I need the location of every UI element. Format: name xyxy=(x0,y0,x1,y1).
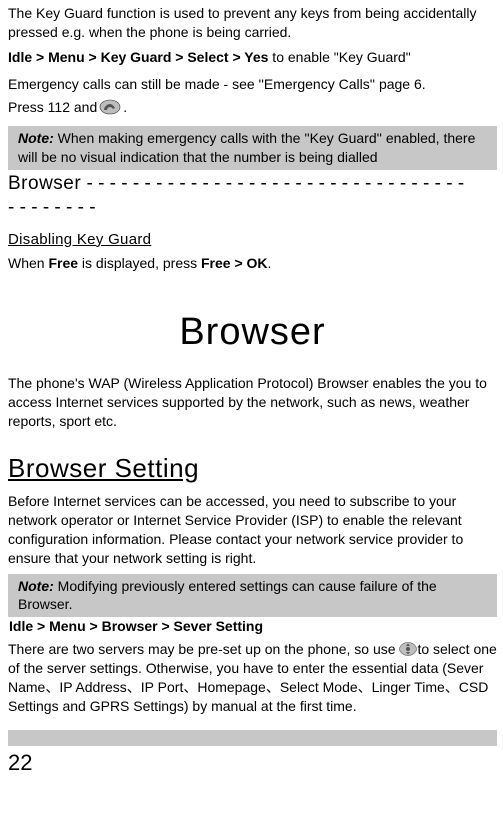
note2-text: Modifying previously entered settings ca… xyxy=(18,578,437,613)
press-prefix: Press 112 and xyxy=(8,98,97,117)
browser-dash-line: Browser - - - - - - - - - - - - - - - - … xyxy=(8,172,497,220)
note-label: Note: xyxy=(18,130,54,146)
disable-free: Free xyxy=(48,255,78,271)
nav-path: Idle > Menu > Key Guard > Select > Yes xyxy=(8,49,268,65)
setting-para: Before Internet services can be accessed… xyxy=(8,492,497,568)
nav-suffix: to enable "Key Guard" xyxy=(268,49,410,65)
note-text: When making emergency calls with the ''K… xyxy=(18,130,475,165)
keyguard-intro: The Key Guard function is used to preven… xyxy=(8,4,497,42)
browser-title: Browser xyxy=(8,307,497,358)
browser-nav-text: Idle > Menu > Browser > Sever Setting xyxy=(9,618,263,634)
dashes2: - - - - - - - - xyxy=(8,197,96,218)
disable-mid: is displayed, press xyxy=(78,255,201,271)
nav-key-icon xyxy=(399,642,417,656)
press-line: Press 112 and . xyxy=(8,98,497,117)
servers-para: There are two servers may be pre-set up … xyxy=(8,640,497,716)
note2-label: Note: xyxy=(18,578,54,594)
disable-text: When Free is displayed, press Free > OK. xyxy=(8,254,497,273)
browser-word: Browser xyxy=(8,173,81,194)
keyguard-nav: Idle > Menu > Key Guard > Select > Yes t… xyxy=(8,48,497,67)
emergency-text: Emergency calls can still be made - see … xyxy=(8,75,497,94)
press-suffix: . xyxy=(123,98,127,117)
footer-bar xyxy=(8,730,497,746)
note-keyguard: Note: When making emergency calls with t… xyxy=(8,126,497,170)
wap-para: The phone's WAP (Wireless Application Pr… xyxy=(8,374,497,431)
call-icon xyxy=(99,99,121,115)
setting-head: Browser Setting xyxy=(8,451,497,486)
disable-prefix: When xyxy=(8,255,48,271)
browser-nav: Idle > Menu > Browser > Sever Setting xyxy=(8,617,264,636)
servers-p1: There are two servers may be pre-set up … xyxy=(8,641,399,657)
dashes1: - - - - - - - - - - - - - - - - - - - - … xyxy=(81,173,464,194)
disable-head: Disabling Key Guard xyxy=(8,230,497,250)
page-number: 22 xyxy=(8,748,497,778)
note-browser: Note: Modifying previously entered setti… xyxy=(8,574,497,618)
disable-freeok: Free > OK xyxy=(201,255,268,271)
disable-suffix: . xyxy=(268,255,272,271)
